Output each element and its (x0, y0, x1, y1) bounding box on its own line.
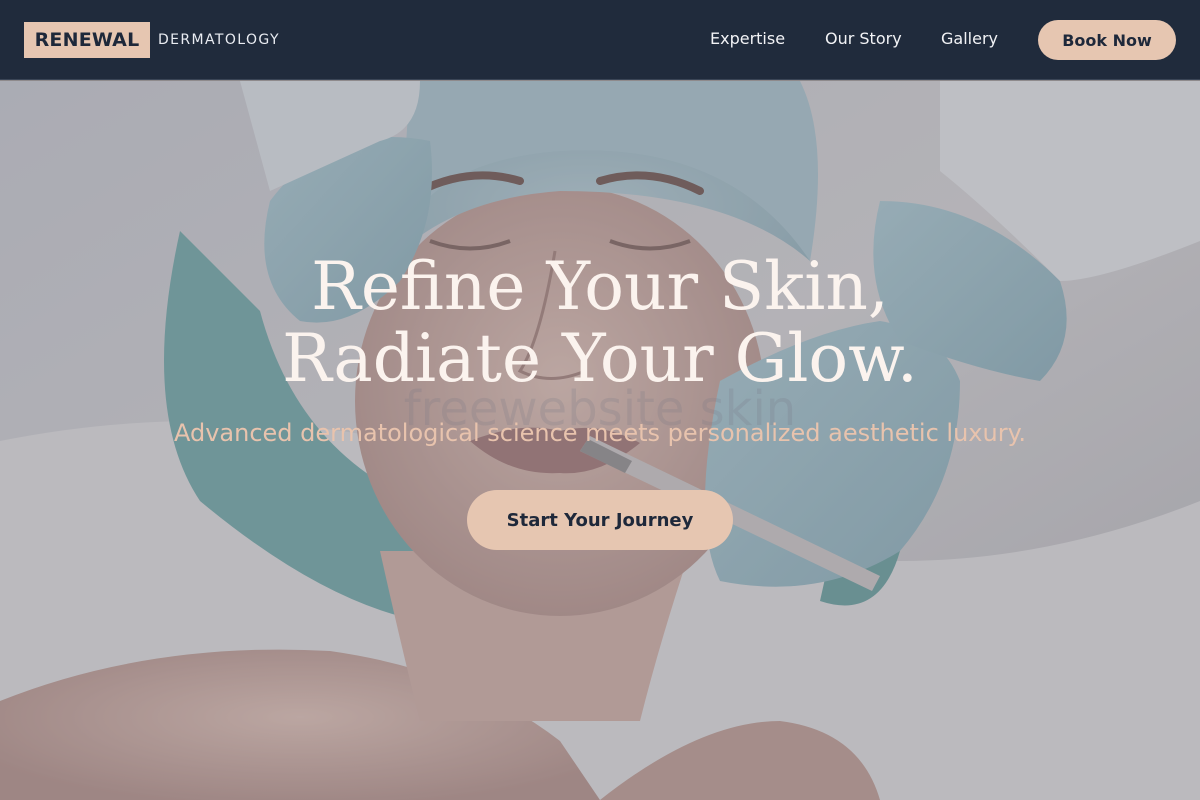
hero-title: Refine Your Skin, Radiate Your Glow. (0, 251, 1200, 395)
hero-title-line-1: Refine Your Skin, (311, 248, 889, 325)
nav-link-gallery[interactable]: Gallery (941, 29, 998, 48)
book-now-button[interactable]: Book Now (1038, 20, 1176, 60)
nav-link-expertise[interactable]: Expertise (710, 29, 785, 48)
site-header: RENEWAL DERMATOLOGY Expertise Our Story … (0, 0, 1200, 80)
start-journey-button[interactable]: Start Your Journey (467, 490, 733, 550)
logo-wordmark: RENEWAL (24, 22, 150, 58)
hero-section: Refine Your Skin, Radiate Your Glow. fre… (0, 81, 1200, 800)
nav-link-our-story[interactable]: Our Story (825, 29, 902, 48)
hero-subtitle: Advanced dermatological science meets pe… (173, 419, 1026, 447)
logo-subtitle: DERMATOLOGY (158, 32, 280, 48)
logo[interactable]: RENEWAL DERMATOLOGY (24, 22, 280, 58)
